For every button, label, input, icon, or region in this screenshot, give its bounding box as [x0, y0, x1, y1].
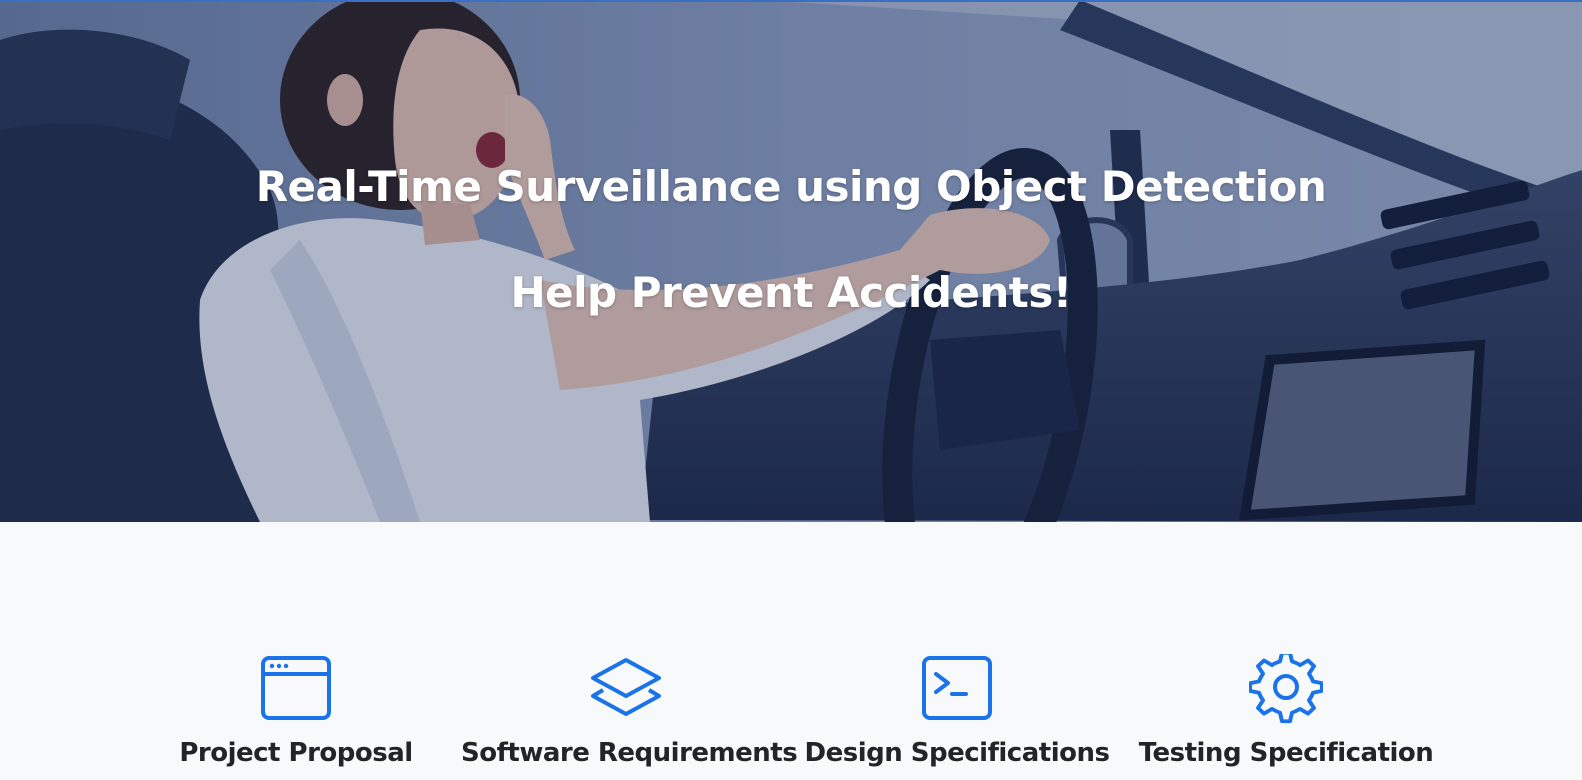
hero-overlay [0, 0, 1582, 522]
masthead: Real-Time Surveillance using Object Dete… [0, 0, 1582, 522]
feature-project-proposal[interactable]: Project Proposal [131, 654, 461, 768]
terminal-icon [922, 656, 992, 720]
feature-testing-specification[interactable]: Testing Specification [1121, 654, 1451, 768]
browser-window-icon [261, 656, 331, 720]
layers-icon [591, 658, 661, 716]
gear-icon [1249, 654, 1323, 724]
feature-label: Project Proposal [179, 738, 413, 768]
features-section: Project Proposal Software Requirements D… [0, 522, 1582, 780]
top-border [0, 0, 1582, 2]
feature-design-specifications[interactable]: Design Specifications [792, 654, 1122, 768]
feature-software-requirements[interactable]: Software Requirements [461, 654, 798, 768]
feature-label: Testing Specification [1138, 738, 1434, 768]
feature-label: Software Requirements [461, 738, 798, 768]
hero-title: Real-Time Surveillance using Object Dete… [255, 162, 1327, 211]
hero-subtitle: Help Prevent Accidents! [510, 268, 1072, 317]
feature-label: Design Specifications [804, 738, 1110, 768]
